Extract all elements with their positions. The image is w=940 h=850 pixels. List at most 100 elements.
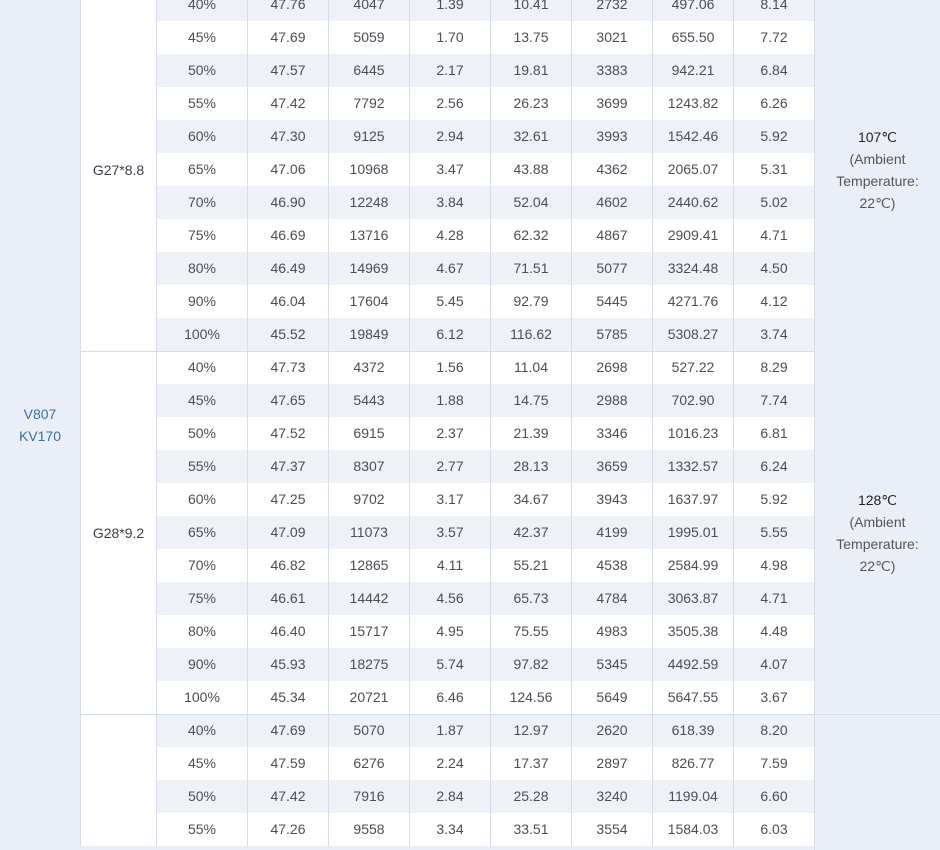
table-cell: 942.21 bbox=[653, 54, 734, 87]
table-cell: 4.98 bbox=[734, 549, 815, 582]
table-cell: 12865 bbox=[329, 549, 410, 582]
table-cell: 46.40 bbox=[248, 615, 329, 648]
table-cell: 4492.59 bbox=[653, 648, 734, 681]
table-cell: 47.42 bbox=[248, 87, 329, 120]
table-cell: 55% bbox=[157, 87, 248, 120]
ambient-label: (Ambient bbox=[849, 513, 906, 530]
table-cell: 6.60 bbox=[734, 780, 815, 813]
table-cell: 90% bbox=[157, 285, 248, 318]
table-cell: 47.25 bbox=[248, 483, 329, 516]
table-row: 60% 47.30 9125 2.94 32.61 3993 1542.46 5.92 bbox=[157, 120, 815, 153]
table-cell: 4362 bbox=[572, 153, 653, 186]
table-cell: 7916 bbox=[329, 780, 410, 813]
table-cell: 10968 bbox=[329, 153, 410, 186]
table-row: 50% 47.52 6915 2.37 21.39 3346 1016.23 6.81 bbox=[157, 417, 815, 450]
table-row: 70% 46.82 12865 4.11 55.21 4538 2584.99 4.98 bbox=[157, 549, 815, 582]
table-cell: 7.74 bbox=[734, 384, 815, 417]
table-cell: 50% bbox=[157, 417, 248, 450]
table-cell: 4.07 bbox=[734, 648, 815, 681]
table-row: 55% 47.42 7792 2.56 26.23 3699 1243.82 6.26 bbox=[157, 87, 815, 120]
table-cell: 6.03 bbox=[734, 813, 815, 846]
table-cell: 3505.38 bbox=[653, 615, 734, 648]
table-cell: 71.51 bbox=[491, 252, 572, 285]
table-row: 75% 46.61 14442 4.56 65.73 4784 3063.87 4.71 bbox=[157, 582, 815, 615]
table-cell: 10.41 bbox=[491, 0, 572, 21]
table-cell: 6.84 bbox=[734, 54, 815, 87]
table-row: 55% 47.37 8307 2.77 28.13 3659 1332.57 6.24 bbox=[157, 450, 815, 483]
table-cell: 4.56 bbox=[410, 582, 491, 615]
ambient-label: Temperature: bbox=[836, 535, 919, 552]
table-cell: 3.47 bbox=[410, 153, 491, 186]
table-cell: 17604 bbox=[329, 285, 410, 318]
table-cell: 1.39 bbox=[410, 0, 491, 21]
table-cell: 5647.55 bbox=[653, 681, 734, 714]
table-cell: 6276 bbox=[329, 747, 410, 780]
table-row: 100% 45.52 19849 6.12 116.62 5785 5308.27 3.74 bbox=[157, 318, 815, 351]
table-cell: 1542.46 bbox=[653, 120, 734, 153]
table-cell: 5077 bbox=[572, 252, 653, 285]
table-cell: 1.87 bbox=[410, 714, 491, 747]
prop-label: G28*9.2 bbox=[92, 524, 145, 541]
table-cell: 9558 bbox=[329, 813, 410, 846]
table-cell: 2.94 bbox=[410, 120, 491, 153]
table-cell: 3063.87 bbox=[653, 582, 734, 615]
table-cell: 8307 bbox=[329, 450, 410, 483]
table-cell: 47.73 bbox=[248, 351, 329, 384]
ambient-label: (Ambient bbox=[849, 150, 906, 167]
table-cell: 2440.62 bbox=[653, 186, 734, 219]
table-cell: 60% bbox=[157, 120, 248, 153]
table-cell: 47.59 bbox=[248, 747, 329, 780]
table-cell: 90% bbox=[157, 648, 248, 681]
table-cell: 100% bbox=[157, 318, 248, 351]
table-cell: 4.11 bbox=[410, 549, 491, 582]
table-cell: 5.02 bbox=[734, 186, 815, 219]
table-row: 90% 45.93 18275 5.74 97.82 5345 4492.59 4.07 bbox=[157, 648, 815, 681]
grid-right-border bbox=[814, 0, 815, 850]
table-cell: 8.29 bbox=[734, 351, 815, 384]
table-cell: 46.90 bbox=[248, 186, 329, 219]
table-cell: 15717 bbox=[329, 615, 410, 648]
table-cell: 80% bbox=[157, 615, 248, 648]
table-cell: 8.14 bbox=[734, 0, 815, 21]
table-row: 40% 47.73 4372 1.56 11.04 2698 527.22 8.29 bbox=[157, 351, 815, 384]
table-cell: 92.79 bbox=[491, 285, 572, 318]
table-cell: 43.88 bbox=[491, 153, 572, 186]
table-cell: 13716 bbox=[329, 219, 410, 252]
table-cell: 4538 bbox=[572, 549, 653, 582]
table-cell: 5445 bbox=[572, 285, 653, 318]
table-cell: 3.84 bbox=[410, 186, 491, 219]
table-cell: 4.95 bbox=[410, 615, 491, 648]
table-cell: 47.09 bbox=[248, 516, 329, 549]
group-divider bbox=[80, 714, 940, 715]
table-cell: 17.37 bbox=[491, 747, 572, 780]
table-cell: 25.28 bbox=[491, 780, 572, 813]
table-cell: 3.57 bbox=[410, 516, 491, 549]
table-cell: 5345 bbox=[572, 648, 653, 681]
table-cell: 46.61 bbox=[248, 582, 329, 615]
table-cell: 55% bbox=[157, 450, 248, 483]
table-cell: 1.56 bbox=[410, 351, 491, 384]
table-cell: 1.88 bbox=[410, 384, 491, 417]
table-cell: 50% bbox=[157, 780, 248, 813]
performance-table: V807 KV170 G27*8.8 40% 47.76 4047 1.39 10.41 2… bbox=[0, 0, 940, 850]
table-cell: 5443 bbox=[329, 384, 410, 417]
table-cell: 618.39 bbox=[653, 714, 734, 747]
table-cell: 3.67 bbox=[734, 681, 815, 714]
table-cell: 1584.03 bbox=[653, 813, 734, 846]
table-cell: 47.69 bbox=[248, 714, 329, 747]
table-cell: 655.50 bbox=[653, 21, 734, 54]
table-cell: 19849 bbox=[329, 318, 410, 351]
table-cell: 47.30 bbox=[248, 120, 329, 153]
table-cell: 6.81 bbox=[734, 417, 815, 450]
temperature-value: 128℃ bbox=[857, 491, 898, 508]
table-cell: 8.20 bbox=[734, 714, 815, 747]
table-cell: 4983 bbox=[572, 615, 653, 648]
table-cell: 97.82 bbox=[491, 648, 572, 681]
table-row: 50% 47.42 7916 2.84 25.28 3240 1199.04 6.60 bbox=[157, 780, 815, 813]
table-cell: 11073 bbox=[329, 516, 410, 549]
table-cell: 42.37 bbox=[491, 516, 572, 549]
prop-cell: G27*8.8 bbox=[80, 0, 157, 351]
table-cell: 28.13 bbox=[491, 450, 572, 483]
temperature-cell bbox=[815, 714, 940, 846]
table-cell: 60% bbox=[157, 483, 248, 516]
